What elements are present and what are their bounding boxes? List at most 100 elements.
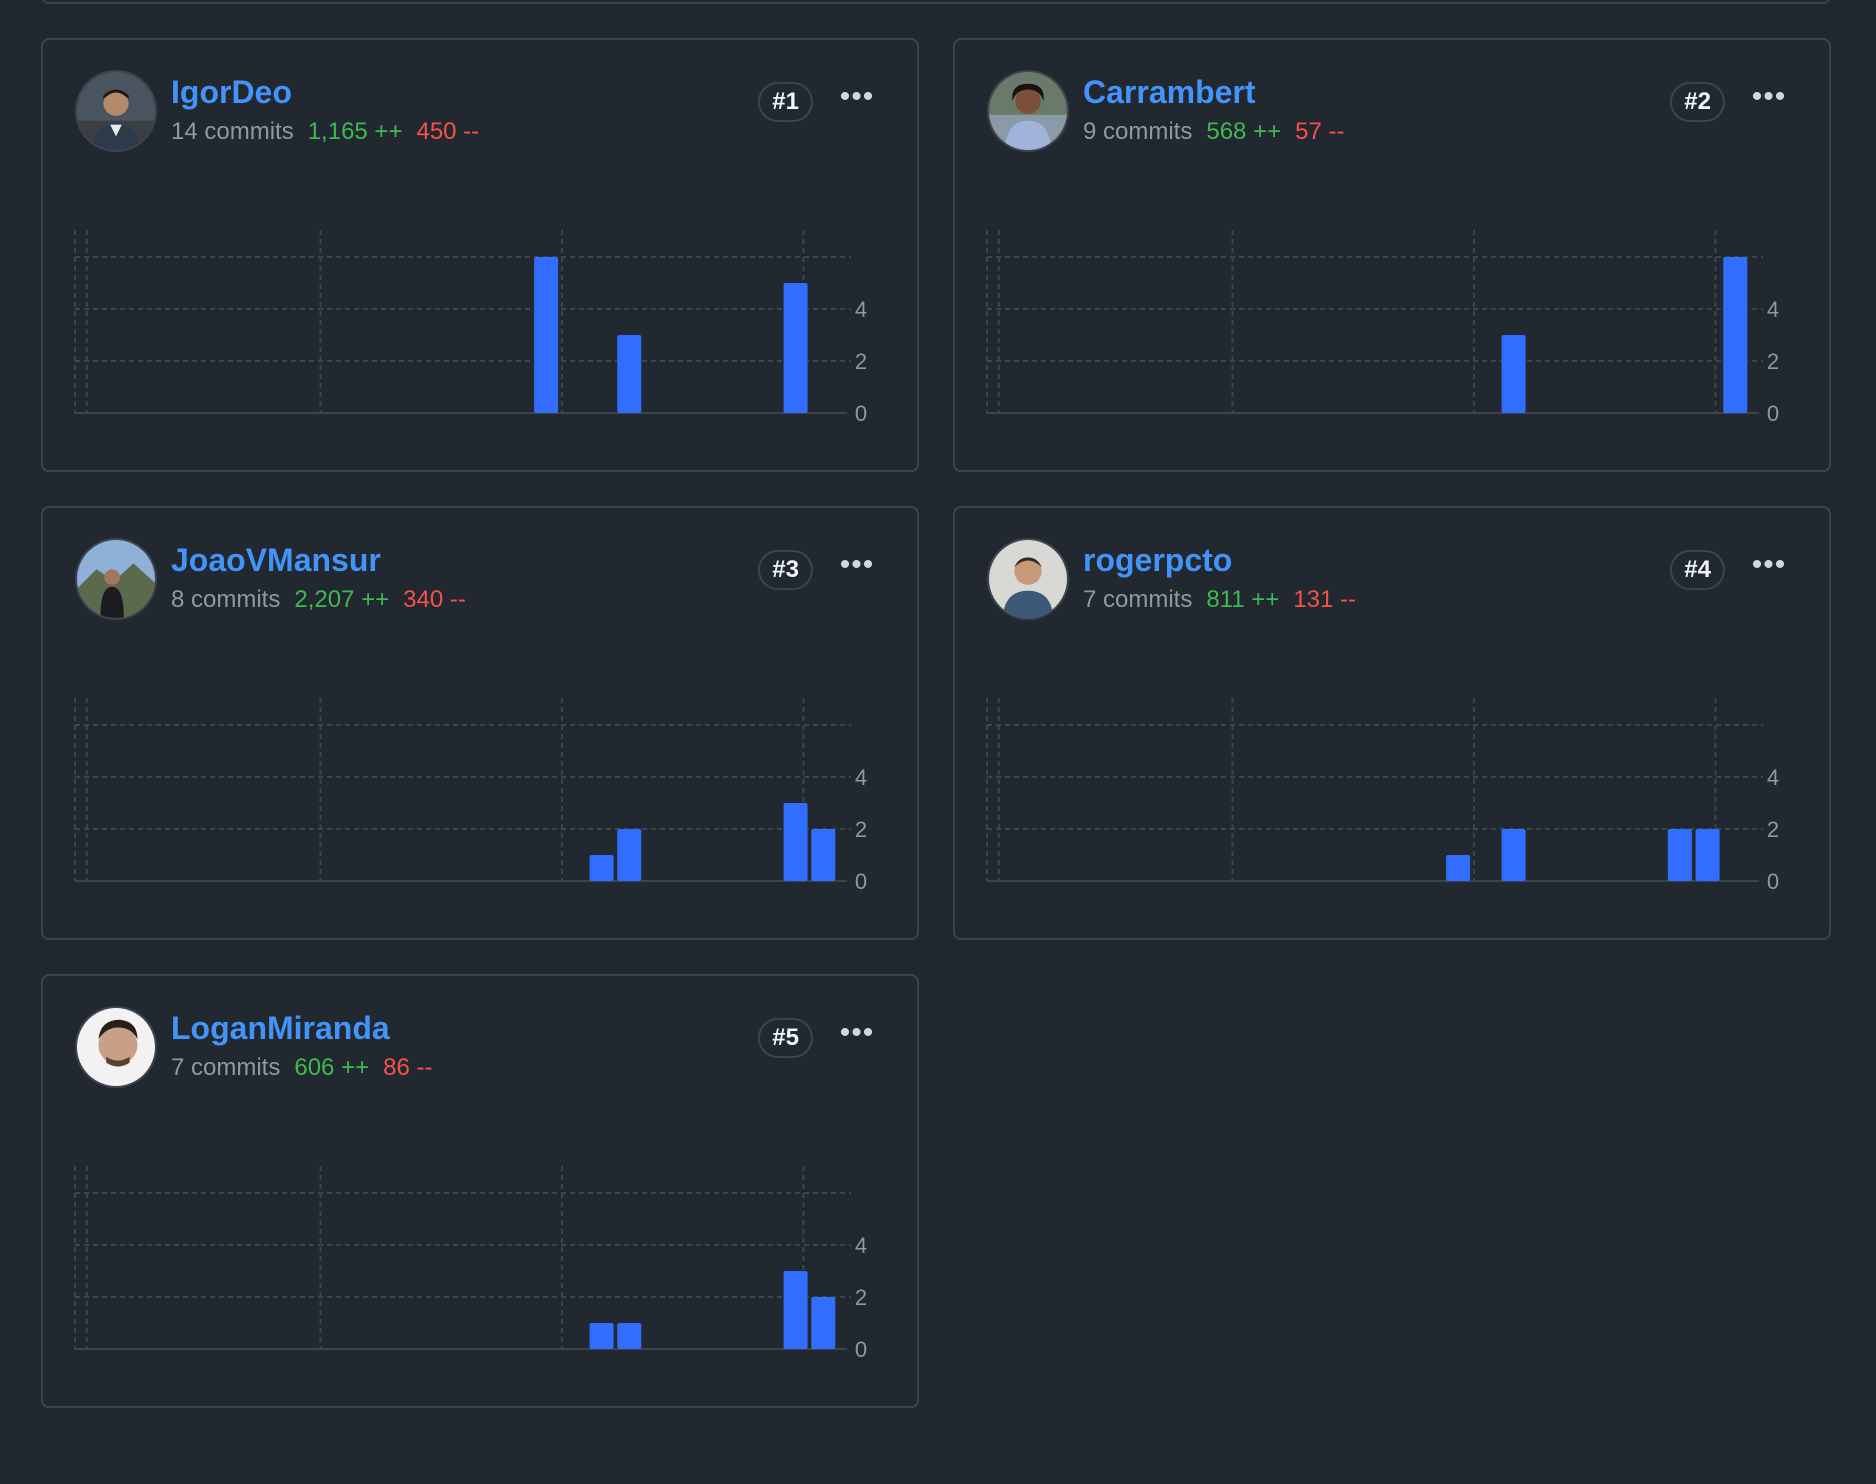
contribution-stats: 8 commits 2,207 ++ 340 -- — [171, 586, 480, 614]
contribution-bar — [811, 1297, 836, 1349]
y-tick-label: 2 — [1767, 349, 1779, 374]
commit-count[interactable]: 8 commits — [171, 586, 280, 613]
previous-card-edge — [41, 0, 1831, 4]
x-tick-label: Jul '25 — [1681, 905, 1750, 908]
y-tick-label: 4 — [1767, 765, 1779, 790]
rank-badge: #3 — [758, 550, 813, 590]
avatar[interactable] — [75, 538, 157, 620]
contributor-card: rogerpcto 7 commits 811 ++ 131 -- #4 ••• J… — [953, 506, 1831, 940]
y-tick-label: 2 — [1767, 817, 1779, 842]
contributor-card: Carrambert 9 commits 568 ++ 57 -- #2 ••• J… — [953, 38, 1831, 472]
contribution-stats: 9 commits 568 ++ 57 -- — [1083, 118, 1358, 146]
rank-badge: #5 — [758, 1018, 813, 1058]
contribution-stats: 7 commits 606 ++ 86 -- — [171, 1054, 446, 1082]
contribution-bar — [783, 283, 808, 413]
x-tick-label: Jul '25 — [769, 905, 838, 908]
rank-badge: #4 — [1670, 550, 1725, 590]
deletions-count: 450 -- — [416, 118, 480, 145]
y-tick-label: 0 — [1767, 401, 1779, 426]
contributions-chart: Jan '25Mar '25May '25Jul '25024Contribut… — [986, 698, 1779, 908]
x-tick-label: Jul '25 — [769, 437, 838, 440]
username-link[interactable]: IgorDeo — [171, 74, 292, 111]
contribution-bar — [783, 803, 808, 881]
x-tick-label: Mar '25 — [1193, 437, 1272, 440]
x-tick-label: Mar '25 — [281, 437, 360, 440]
more-options-icon[interactable]: ••• — [835, 550, 879, 586]
avatar[interactable] — [987, 70, 1069, 152]
x-tick-label: May '25 — [1432, 905, 1515, 908]
contribution-bar — [534, 257, 559, 413]
avatar[interactable] — [987, 538, 1069, 620]
username-link[interactable]: JoaoVMansur — [171, 542, 381, 579]
contributor-card: LoganMiranda 7 commits 606 ++ 86 -- #5 •••… — [41, 974, 919, 1408]
contribution-bar — [1501, 335, 1526, 413]
contribution-stats: 14 commits 1,165 ++ 450 -- — [171, 118, 493, 146]
y-tick-label: 4 — [855, 1233, 867, 1258]
more-options-icon[interactable]: ••• — [1747, 550, 1791, 586]
contribution-bar — [617, 829, 642, 881]
y-tick-label: 2 — [855, 817, 867, 842]
x-tick-label: Mar '25 — [1193, 905, 1272, 908]
additions-count: 811 ++ — [1206, 586, 1280, 613]
deletions-count: 340 -- — [403, 586, 466, 613]
y-tick-label: 2 — [855, 1285, 867, 1310]
x-tick-label: Jan '25 — [987, 905, 1064, 908]
more-options-icon[interactable]: ••• — [835, 1018, 879, 1054]
x-tick-label: May '25 — [520, 437, 603, 440]
y-tick-label: 0 — [855, 869, 867, 894]
commit-count[interactable]: 9 commits — [1083, 118, 1192, 145]
y-tick-label: 0 — [1767, 869, 1779, 894]
additions-count: 2,207 ++ — [294, 586, 390, 613]
contribution-bar — [617, 335, 642, 413]
contribution-bar — [1695, 829, 1720, 881]
commit-count[interactable]: 7 commits — [1083, 586, 1192, 613]
contributor-card: JoaoVMansur 8 commits 2,207 ++ 340 -- #3 •… — [41, 506, 919, 940]
x-tick-label: Jul '25 — [769, 1373, 838, 1376]
x-tick-label: Jul '25 — [1681, 437, 1750, 440]
contribution-stats: 7 commits 811 ++ 131 -- — [1083, 586, 1370, 614]
x-tick-label: May '25 — [1432, 437, 1515, 440]
contribution-bar — [811, 829, 836, 881]
contribution-bar — [1446, 855, 1471, 881]
username-link[interactable]: Carrambert — [1083, 74, 1256, 111]
contribution-bar — [617, 1323, 642, 1349]
contribution-bar — [1667, 829, 1692, 881]
commit-count[interactable]: 7 commits — [171, 1054, 280, 1081]
username-link[interactable]: LoganMiranda — [171, 1010, 390, 1047]
avatar[interactable] — [75, 1006, 157, 1088]
x-tick-label: Jan '25 — [75, 1373, 152, 1376]
y-tick-label: 4 — [1767, 297, 1779, 322]
x-tick-label: Mar '25 — [281, 905, 360, 908]
more-options-icon[interactable]: ••• — [835, 82, 879, 118]
contribution-bar — [589, 1323, 614, 1349]
commit-count[interactable]: 14 commits — [171, 118, 294, 145]
avatar[interactable] — [75, 70, 157, 152]
additions-count: 1,165 ++ — [307, 118, 403, 145]
contribution-bar — [1501, 829, 1526, 881]
contributions-chart: Jan '25Mar '25May '25Jul '25024Contribut… — [74, 698, 867, 908]
rank-badge: #2 — [1670, 82, 1725, 122]
contribution-bar — [1723, 257, 1748, 413]
deletions-count: 57 -- — [1295, 118, 1345, 145]
rank-badge: #1 — [758, 82, 813, 122]
username-link[interactable]: rogerpcto — [1083, 542, 1232, 579]
contributions-chart: Jan '25Mar '25May '25Jul '25024Contribut… — [74, 230, 867, 440]
more-options-icon[interactable]: ••• — [1747, 82, 1791, 118]
x-tick-label: Jan '25 — [75, 905, 152, 908]
x-tick-label: Mar '25 — [281, 1373, 360, 1376]
additions-count: 606 ++ — [294, 1054, 370, 1081]
deletions-count: 86 -- — [383, 1054, 433, 1081]
y-tick-label: 4 — [855, 297, 867, 322]
x-tick-label: May '25 — [520, 1373, 603, 1376]
additions-count: 568 ++ — [1206, 118, 1282, 145]
deletions-count: 131 -- — [1293, 586, 1357, 613]
x-tick-label: Jan '25 — [75, 437, 152, 440]
contribution-bar — [589, 855, 614, 881]
y-tick-label: 0 — [855, 401, 867, 426]
y-tick-label: 2 — [855, 349, 867, 374]
y-tick-label: 4 — [855, 765, 867, 790]
x-tick-label: May '25 — [520, 905, 603, 908]
contributions-chart: Jan '25Mar '25May '25Jul '25024Contribut… — [986, 230, 1779, 440]
y-tick-label: 0 — [855, 1337, 867, 1362]
contribution-bar — [783, 1271, 808, 1349]
